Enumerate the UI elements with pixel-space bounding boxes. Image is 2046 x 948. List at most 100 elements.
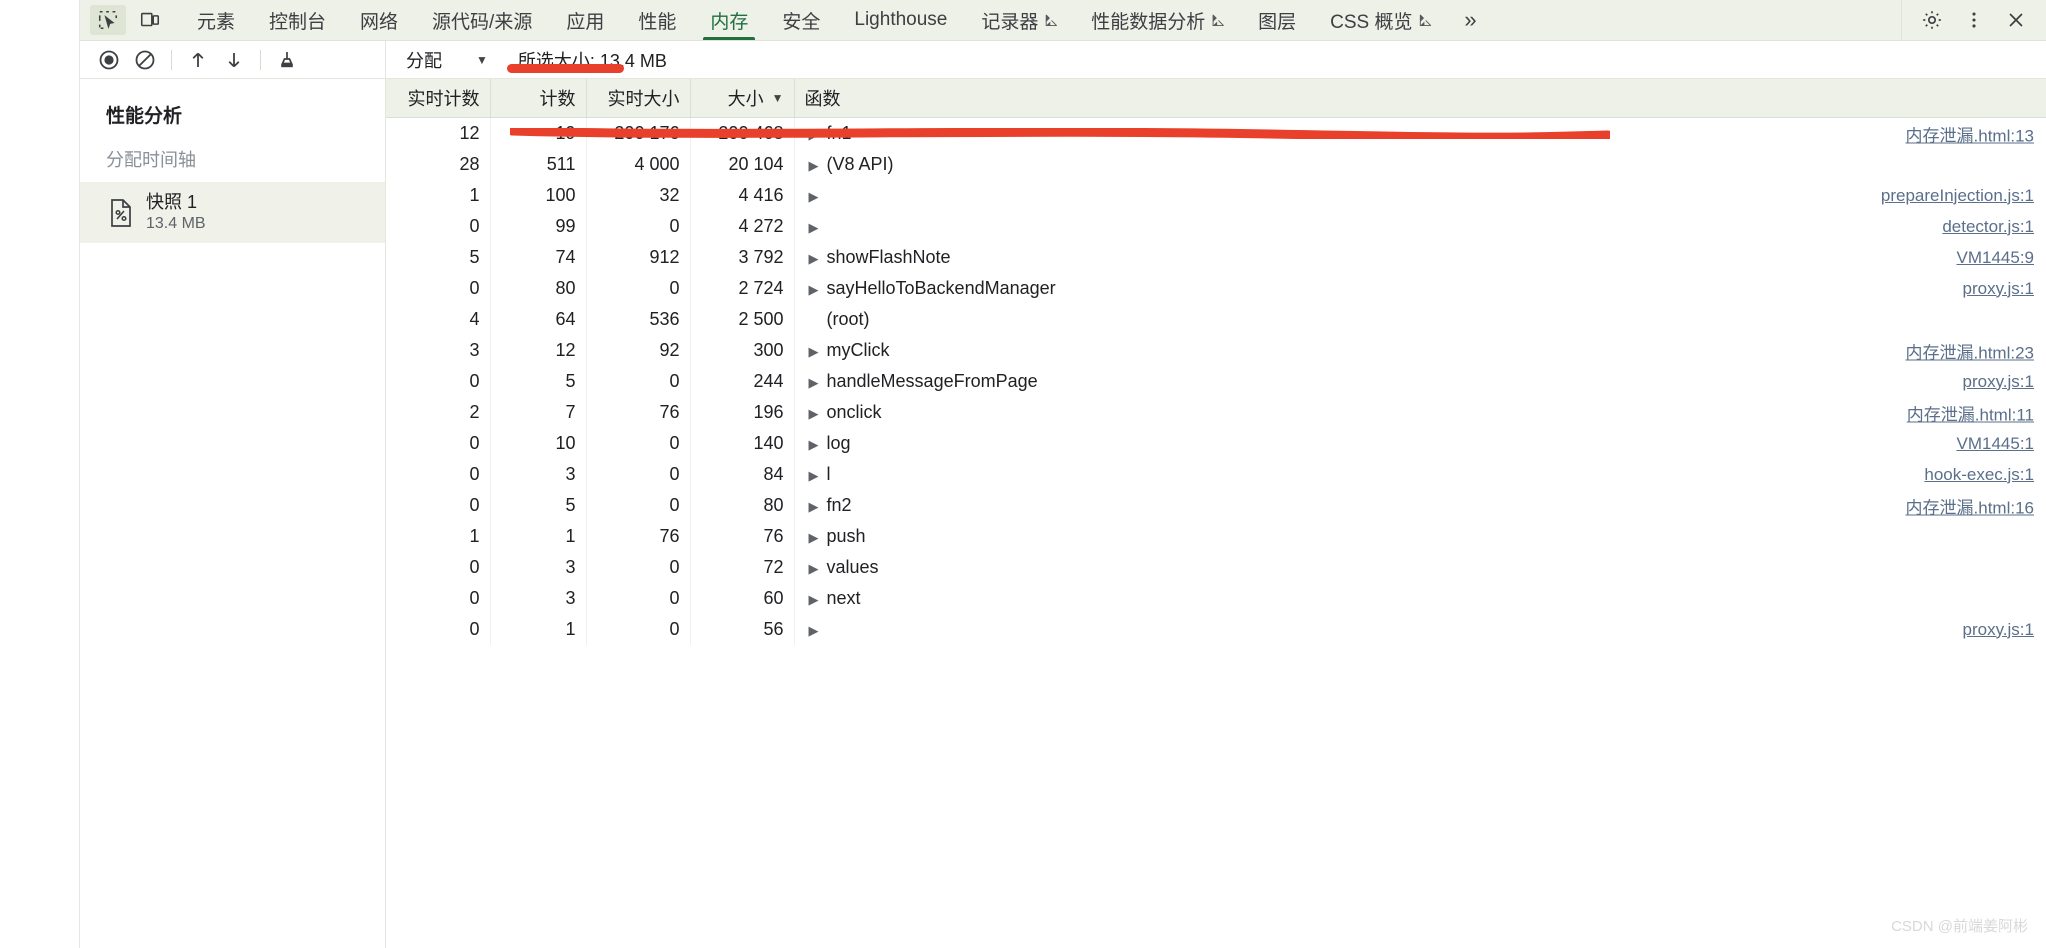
source-link[interactable]: proxy.js:1 — [1963, 620, 2035, 640]
table-row[interactable]: 0 3 0 60 ▶ next — [386, 583, 2046, 614]
expand-triangle-icon[interactable]: ▶ — [809, 592, 821, 608]
expand-triangle-icon[interactable]: ▶ — [809, 158, 821, 174]
tab-performance-insights[interactable]: 性能数据分析 ⛡ — [1074, 0, 1241, 40]
function-name: onclick — [826, 402, 882, 422]
table-row[interactable]: 0 3 0 84 ▶ l hook-exec.js:1 — [386, 459, 2046, 490]
gear-icon[interactable] — [1912, 3, 1952, 37]
source-link[interactable]: 内存泄漏.html:23 — [1906, 338, 2034, 363]
expand-triangle-icon[interactable]: ▶ — [809, 220, 821, 236]
source-link[interactable]: 内存泄漏.html:16 — [1906, 493, 2034, 518]
inspect-element-icon[interactable] — [90, 5, 126, 35]
tab-css-overview[interactable]: CSS 概览 ⛡ — [1313, 0, 1448, 40]
expand-triangle-icon[interactable]: ▶ — [809, 189, 821, 205]
cell-live-count: 0 — [386, 552, 491, 583]
tab-layers[interactable]: 图层 — [1241, 0, 1313, 40]
source-link[interactable]: 内存泄漏.html:11 — [1907, 400, 2034, 425]
cell-size: 140 — [690, 428, 795, 459]
source-link[interactable]: hook-exec.js:1 — [1924, 465, 2034, 485]
tab-performance[interactable]: 性能 — [621, 0, 693, 40]
cell-count: 10 — [490, 428, 587, 459]
expand-triangle-icon[interactable]: ▶ — [809, 437, 821, 453]
tab-label: 性能 — [638, 11, 677, 33]
more-vertical-icon[interactable] — [1954, 3, 1994, 37]
table-row[interactable]: 0 99 0 4 272 ▶ detector.js:1 — [386, 211, 2046, 242]
tab-console[interactable]: 控制台 — [252, 0, 343, 40]
table-row[interactable]: 12 19 200 176 200 468 ▶ fn1 内存泄漏.html:13 — [386, 117, 2046, 149]
cell-size: 196 — [690, 397, 795, 428]
tab-sources[interactable]: 源代码/来源 — [415, 0, 549, 40]
function-name: fn2 — [826, 495, 852, 515]
sidebar-title: 性能分析 — [106, 106, 183, 127]
clear-prohibited-icon[interactable] — [128, 45, 162, 75]
cell-function: ▶ (V8 API) — [794, 149, 2046, 180]
cell-count: 100 — [490, 180, 587, 211]
expand-triangle-icon[interactable]: ▶ — [809, 251, 821, 267]
table-row[interactable]: 0 80 0 2 724 ▶ sayHelloToBackendManager proxy.… — [386, 273, 2046, 304]
source-link[interactable]: VM1445:1 — [1957, 434, 2035, 454]
cell-size: 300 — [690, 335, 795, 366]
toolbar-divider — [260, 49, 261, 70]
table-row[interactable]: 1 1 76 76 ▶ push — [386, 521, 2046, 552]
tab-security[interactable]: 安全 — [765, 0, 837, 40]
expand-triangle-icon[interactable]: ▶ — [809, 499, 821, 515]
view-select[interactable]: 分配 ▼ — [398, 45, 496, 75]
source-link[interactable]: 内存泄漏.html:13 — [1906, 121, 2034, 146]
table-row[interactable]: 5 74 912 3 792 ▶ showFlashNote VM1445:9 — [386, 242, 2046, 273]
table-row[interactable]: 2 7 76 196 ▶ onclick 内存泄漏.html:11 — [386, 397, 2046, 428]
expand-triangle-icon[interactable]: ▶ — [809, 406, 821, 422]
tab-memory[interactable]: 内存 — [693, 0, 765, 40]
snapshot-size: 13.4 MB — [146, 214, 206, 232]
column-header-function[interactable]: 函数 — [794, 79, 2046, 118]
more-tabs-button[interactable]: » — [1448, 0, 1492, 40]
function-name: next — [826, 588, 861, 608]
source-link[interactable]: VM1445:9 — [1957, 248, 2035, 268]
flask-icon: ⛡ — [1418, 10, 1432, 30]
table-row[interactable]: 0 10 0 140 ▶ log VM1445:1 — [386, 428, 2046, 459]
table-row[interactable]: 0 5 0 244 ▶ handleMessageFromPage proxy.js:1 — [386, 366, 2046, 397]
table-row[interactable]: 1 100 32 4 416 ▶ prepareInjection.js:1 — [386, 180, 2046, 211]
close-icon[interactable] — [1996, 3, 2036, 37]
cell-size: 4 416 — [690, 180, 795, 211]
source-link[interactable]: proxy.js:1 — [1963, 279, 2035, 299]
column-header-live-size[interactable]: 实时大小 — [586, 79, 691, 118]
tab-lighthouse[interactable]: Lighthouse — [837, 0, 964, 40]
collect-garbage-icon[interactable] — [270, 45, 304, 75]
column-header-size[interactable]: 大小 ▼ — [690, 79, 795, 118]
column-header-count[interactable]: 计数 — [490, 79, 587, 118]
record-circle-icon[interactable] — [92, 45, 126, 75]
tab-network[interactable]: 网络 — [343, 0, 415, 40]
table-row[interactable]: 0 1 0 56 ▶ proxy.js:1 — [386, 614, 2046, 645]
expand-triangle-icon[interactable]: ▶ — [809, 344, 821, 360]
source-link[interactable]: proxy.js:1 — [1963, 372, 2035, 392]
table-row[interactable]: 3 12 92 300 ▶ myClick 内存泄漏.html:23 — [386, 335, 2046, 366]
expand-triangle-icon[interactable]: ▶ — [809, 623, 821, 639]
expand-triangle-icon[interactable]: ▶ — [809, 375, 821, 391]
download-arrow-icon[interactable] — [217, 45, 251, 75]
function-name: push — [826, 526, 866, 546]
cell-count: 64 — [490, 304, 587, 335]
cell-function: ▶ prepareInjection.js:1 — [794, 180, 2046, 211]
table-row[interactable]: 4 64 536 2 500 (root) — [386, 304, 2046, 335]
sort-desc-icon: ▼ — [771, 91, 784, 105]
expand-triangle-icon[interactable]: ▶ — [809, 468, 821, 484]
table-row[interactable]: 0 5 0 80 ▶ fn2 内存泄漏.html:16 — [386, 490, 2046, 521]
tab-elements[interactable]: 元素 — [180, 0, 252, 40]
expand-triangle-icon[interactable]: ▶ — [809, 530, 821, 546]
upload-arrow-icon[interactable] — [181, 45, 215, 75]
sidebar-item-snapshot-1[interactable]: 快照 1 13.4 MB — [80, 182, 385, 244]
expand-triangle-icon[interactable]: ▶ — [809, 561, 821, 577]
cell-live-size: 536 — [586, 304, 691, 335]
cell-function: ▶ detector.js:1 — [794, 211, 2046, 242]
tab-label: 控制台 — [269, 11, 327, 33]
cell-size: 84 — [690, 459, 795, 490]
table-row[interactable]: 0 3 0 72 ▶ values — [386, 552, 2046, 583]
table-row[interactable]: 28 511 4 000 20 104 ▶ (V8 API) — [386, 149, 2046, 180]
source-link[interactable]: detector.js:1 — [1942, 217, 2034, 237]
expand-triangle-icon[interactable]: ▶ — [809, 282, 821, 298]
column-header-live-count[interactable]: 实时计数 — [386, 79, 491, 118]
tab-application[interactable]: 应用 — [549, 0, 621, 40]
source-link[interactable]: prepareInjection.js:1 — [1881, 186, 2034, 206]
expand-triangle-icon[interactable]: ▶ — [809, 127, 821, 143]
device-toolbar-icon[interactable] — [132, 5, 168, 35]
tab-recorder[interactable]: 记录器 ⛡ — [964, 0, 1074, 40]
